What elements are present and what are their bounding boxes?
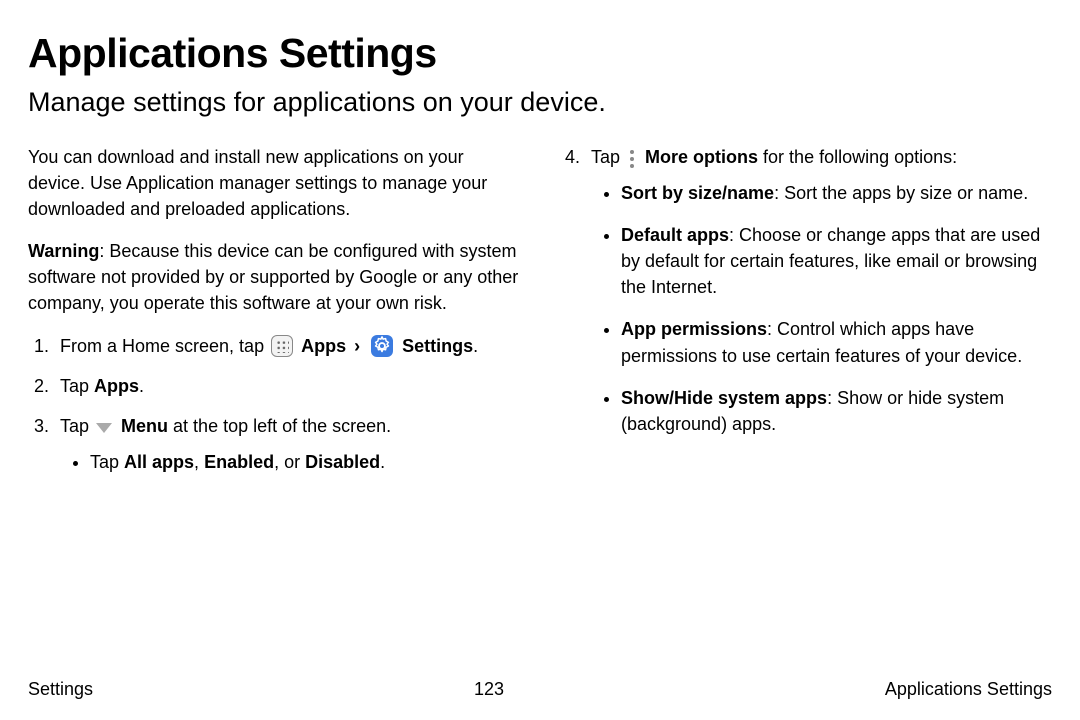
step-3-b2: Enabled [204, 452, 274, 472]
opt-system-bold: Show/Hide system apps [621, 388, 827, 408]
more-options-icon [627, 150, 637, 168]
footer-page-number: 123 [474, 679, 504, 700]
opt-sort-text: : Sort the apps by size or name. [774, 183, 1028, 203]
opt-sort: Sort by size/name: Sort the apps by size… [621, 180, 1052, 206]
page-title: Applications Settings [28, 30, 1052, 77]
page-footer: Settings 123 Applications Settings [28, 679, 1052, 700]
step-4-bold: More options [645, 147, 758, 167]
steps-list-right: Tap More options for the following optio… [559, 144, 1052, 437]
apps-label: Apps [301, 336, 346, 356]
step-2-prefix: Tap [60, 376, 94, 396]
settings-gear-icon [371, 335, 393, 357]
step-3: Tap Menu at the top left of the screen. … [54, 413, 521, 475]
step-3-bullet-period: . [380, 452, 385, 472]
apps-grid-icon [271, 335, 293, 357]
settings-label: Settings [402, 336, 473, 356]
step-3-b3: Disabled [305, 452, 380, 472]
step-3-c1: , [194, 452, 204, 472]
opt-sort-bold: Sort by size/name [621, 183, 774, 203]
step-3-c2: , or [274, 452, 305, 472]
step-4-prefix: Tap [591, 147, 625, 167]
warning-paragraph: Warning: Because this device can be conf… [28, 238, 521, 316]
content-columns: You can download and install new applica… [28, 144, 1052, 491]
opt-permissions-bold: App permissions [621, 319, 767, 339]
opt-system-apps: Show/Hide system apps: Show or hide syst… [621, 385, 1052, 437]
opt-default-apps: Default apps: Choose or change apps that… [621, 222, 1052, 300]
page-subtitle: Manage settings for applications on your… [28, 87, 1052, 118]
opt-default-bold: Default apps [621, 225, 729, 245]
step-1: From a Home screen, tap Apps › Settings. [54, 333, 521, 359]
steps-list-left: From a Home screen, tap Apps › Settings.… [28, 333, 521, 475]
dropdown-triangle-icon [96, 423, 112, 433]
step-3-bullets: Tap All apps, Enabled, or Disabled. [60, 449, 521, 475]
step-4-bullets: Sort by size/name: Sort the apps by size… [591, 180, 1052, 437]
step-4-suffix: for the following options: [758, 147, 957, 167]
step-2-bold: Apps [94, 376, 139, 396]
step-2: Tap Apps. [54, 373, 521, 399]
step-4: Tap More options for the following optio… [585, 144, 1052, 437]
warning-text: : Because this device can be configured … [28, 241, 518, 313]
intro-paragraph: You can download and install new applica… [28, 144, 521, 222]
step-1-period: . [473, 336, 478, 356]
step-3-bullet-1: Tap All apps, Enabled, or Disabled. [90, 449, 521, 475]
footer-left: Settings [28, 679, 93, 700]
warning-label: Warning [28, 241, 99, 261]
step-3-bullet-prefix: Tap [90, 452, 124, 472]
step-1-prefix: From a Home screen, tap [60, 336, 269, 356]
opt-permissions: App permissions: Control which apps have… [621, 316, 1052, 368]
chevron-icon: › [354, 336, 360, 356]
step-3-prefix: Tap [60, 416, 94, 436]
step-2-period: . [139, 376, 144, 396]
step-3-bold: Menu [121, 416, 168, 436]
step-3-b1: All apps [124, 452, 194, 472]
step-3-suffix: at the top left of the screen. [168, 416, 391, 436]
footer-right: Applications Settings [885, 679, 1052, 700]
column-right: Tap More options for the following optio… [559, 144, 1052, 491]
column-left: You can download and install new applica… [28, 144, 521, 491]
